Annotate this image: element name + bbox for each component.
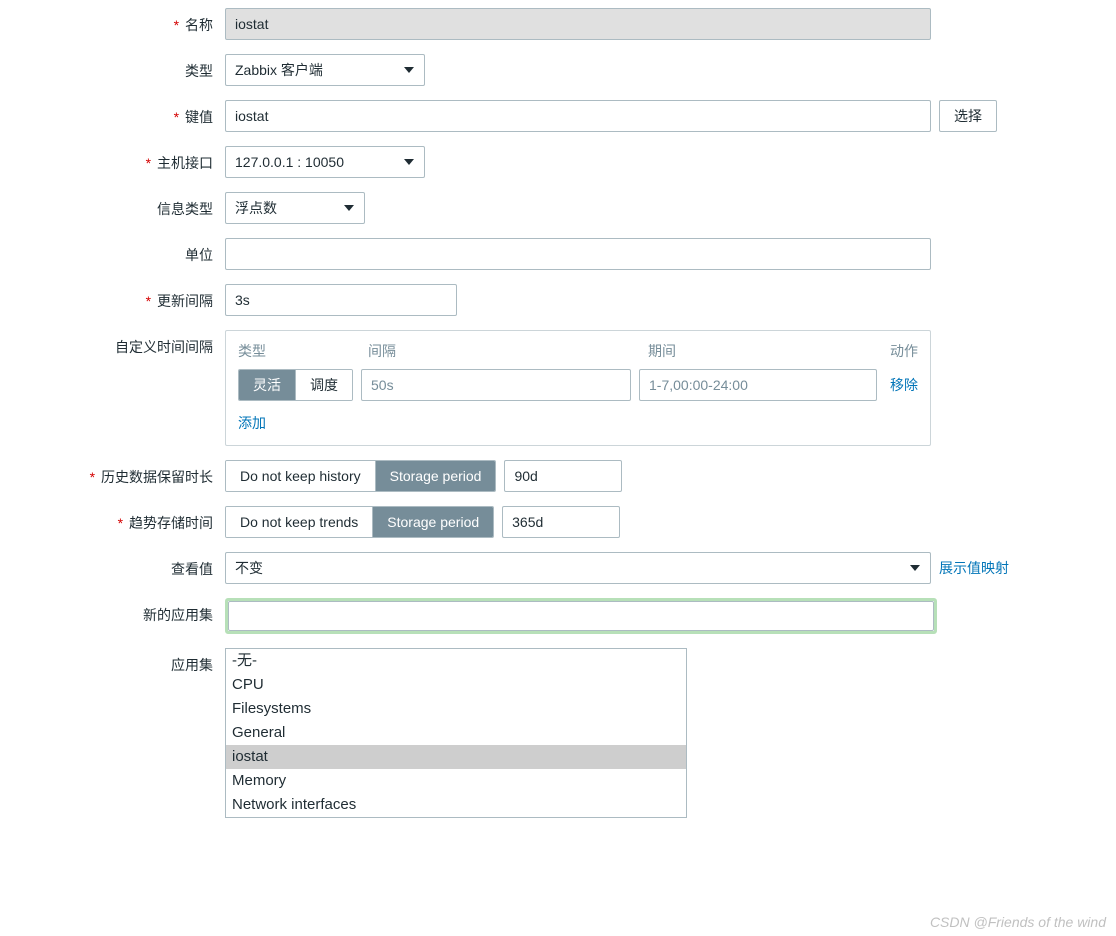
units-input[interactable] — [225, 238, 931, 270]
item-form: * 名称 类型 Zabbix 客户端 * 键值 选择 * 主机接口 127.0.… — [0, 8, 1100, 818]
label-name: * 名称 — [0, 8, 225, 35]
header-period: 期间 — [648, 341, 868, 361]
row-trends: * 趋势存储时间 Do not keep trends Storage peri… — [0, 506, 1100, 538]
list-item[interactable]: -无- — [226, 649, 686, 673]
row-applications: 应用集 -无-CPUFilesystemsGeneraliostatMemory… — [0, 648, 1100, 818]
name-input[interactable] — [225, 8, 931, 40]
trends-value-input[interactable] — [502, 506, 620, 538]
row-custom-intervals: 自定义时间间隔 类型 间隔 期间 动作 灵活 调度 移除 — [0, 330, 1100, 446]
row-info-type: 信息类型 浮点数 — [0, 192, 1100, 224]
label-show-value: 查看值 — [0, 552, 225, 579]
interval-input[interactable] — [361, 369, 631, 401]
row-type: 类型 Zabbix 客户端 — [0, 54, 1100, 86]
label-type: 类型 — [0, 54, 225, 81]
select-key-button[interactable]: 选择 — [939, 100, 997, 132]
info-type-select[interactable]: 浮点数 — [225, 192, 365, 224]
label-host-interface: * 主机接口 — [0, 146, 225, 173]
list-item[interactable]: General — [226, 721, 686, 745]
seg-trends-period[interactable]: Storage period — [372, 507, 493, 537]
row-history: * 历史数据保留时长 Do not keep history Storage p… — [0, 460, 1100, 492]
history-segment: Do not keep history Storage period — [225, 460, 496, 492]
row-units: 单位 — [0, 238, 1100, 270]
row-update-interval: * 更新间隔 — [0, 284, 1100, 316]
host-interface-select[interactable]: 127.0.0.1 : 10050 — [225, 146, 425, 178]
new-application-highlight — [225, 598, 937, 634]
seg-flexible[interactable]: 灵活 — [239, 370, 295, 400]
seg-history-period[interactable]: Storage period — [375, 461, 496, 491]
period-input[interactable] — [639, 369, 877, 401]
label-trends: * 趋势存储时间 — [0, 506, 225, 533]
header-interval: 间隔 — [368, 341, 648, 361]
list-item[interactable]: OS — [226, 817, 686, 818]
list-item[interactable]: Memory — [226, 769, 686, 793]
key-input[interactable] — [225, 100, 931, 132]
remove-interval-link[interactable]: 移除 — [890, 375, 918, 395]
row-name: * 名称 — [0, 8, 1100, 40]
history-value-input[interactable] — [504, 460, 622, 492]
label-update-interval: * 更新间隔 — [0, 284, 225, 311]
header-type: 类型 — [238, 341, 368, 361]
watermark: CSDN @Friends of the wind — [930, 914, 1106, 930]
list-item[interactable]: Filesystems — [226, 697, 686, 721]
add-interval-link[interactable]: 添加 — [238, 415, 266, 431]
label-new-application: 新的应用集 — [0, 598, 225, 625]
value-mappings-link[interactable]: 展示值映射 — [939, 552, 1009, 578]
applications-listbox[interactable]: -无-CPUFilesystemsGeneraliostatMemoryNetw… — [225, 648, 687, 818]
label-history: * 历史数据保留时长 — [0, 460, 225, 487]
custom-intervals-panel: 类型 间隔 期间 动作 灵活 调度 移除 添加 — [225, 330, 931, 446]
row-show-value: 查看值 不变 展示值映射 — [0, 552, 1100, 584]
row-new-application: 新的应用集 — [0, 598, 1100, 634]
custom-intervals-header: 类型 间隔 期间 动作 — [238, 341, 918, 361]
type-select[interactable]: Zabbix 客户端 — [225, 54, 425, 86]
seg-scheduling[interactable]: 调度 — [295, 370, 352, 400]
list-item[interactable]: Network interfaces — [226, 793, 686, 817]
interval-type-segment: 灵活 调度 — [238, 369, 353, 401]
label-custom-intervals: 自定义时间间隔 — [0, 330, 225, 357]
seg-history-no[interactable]: Do not keep history — [226, 461, 375, 491]
label-applications: 应用集 — [0, 648, 225, 675]
new-application-input[interactable] — [228, 601, 934, 631]
show-value-select[interactable]: 不变 — [225, 552, 931, 584]
custom-interval-row: 灵活 调度 移除 — [238, 369, 918, 401]
label-units: 单位 — [0, 238, 225, 265]
list-item[interactable]: iostat — [226, 745, 686, 769]
label-key: * 键值 — [0, 100, 225, 127]
list-item[interactable]: CPU — [226, 673, 686, 697]
trends-segment: Do not keep trends Storage period — [225, 506, 494, 538]
label-info-type: 信息类型 — [0, 192, 225, 219]
row-host-interface: * 主机接口 127.0.0.1 : 10050 — [0, 146, 1100, 178]
update-interval-input[interactable] — [225, 284, 457, 316]
seg-trends-no[interactable]: Do not keep trends — [226, 507, 372, 537]
row-key: * 键值 选择 — [0, 100, 1100, 132]
header-action: 动作 — [868, 341, 918, 361]
